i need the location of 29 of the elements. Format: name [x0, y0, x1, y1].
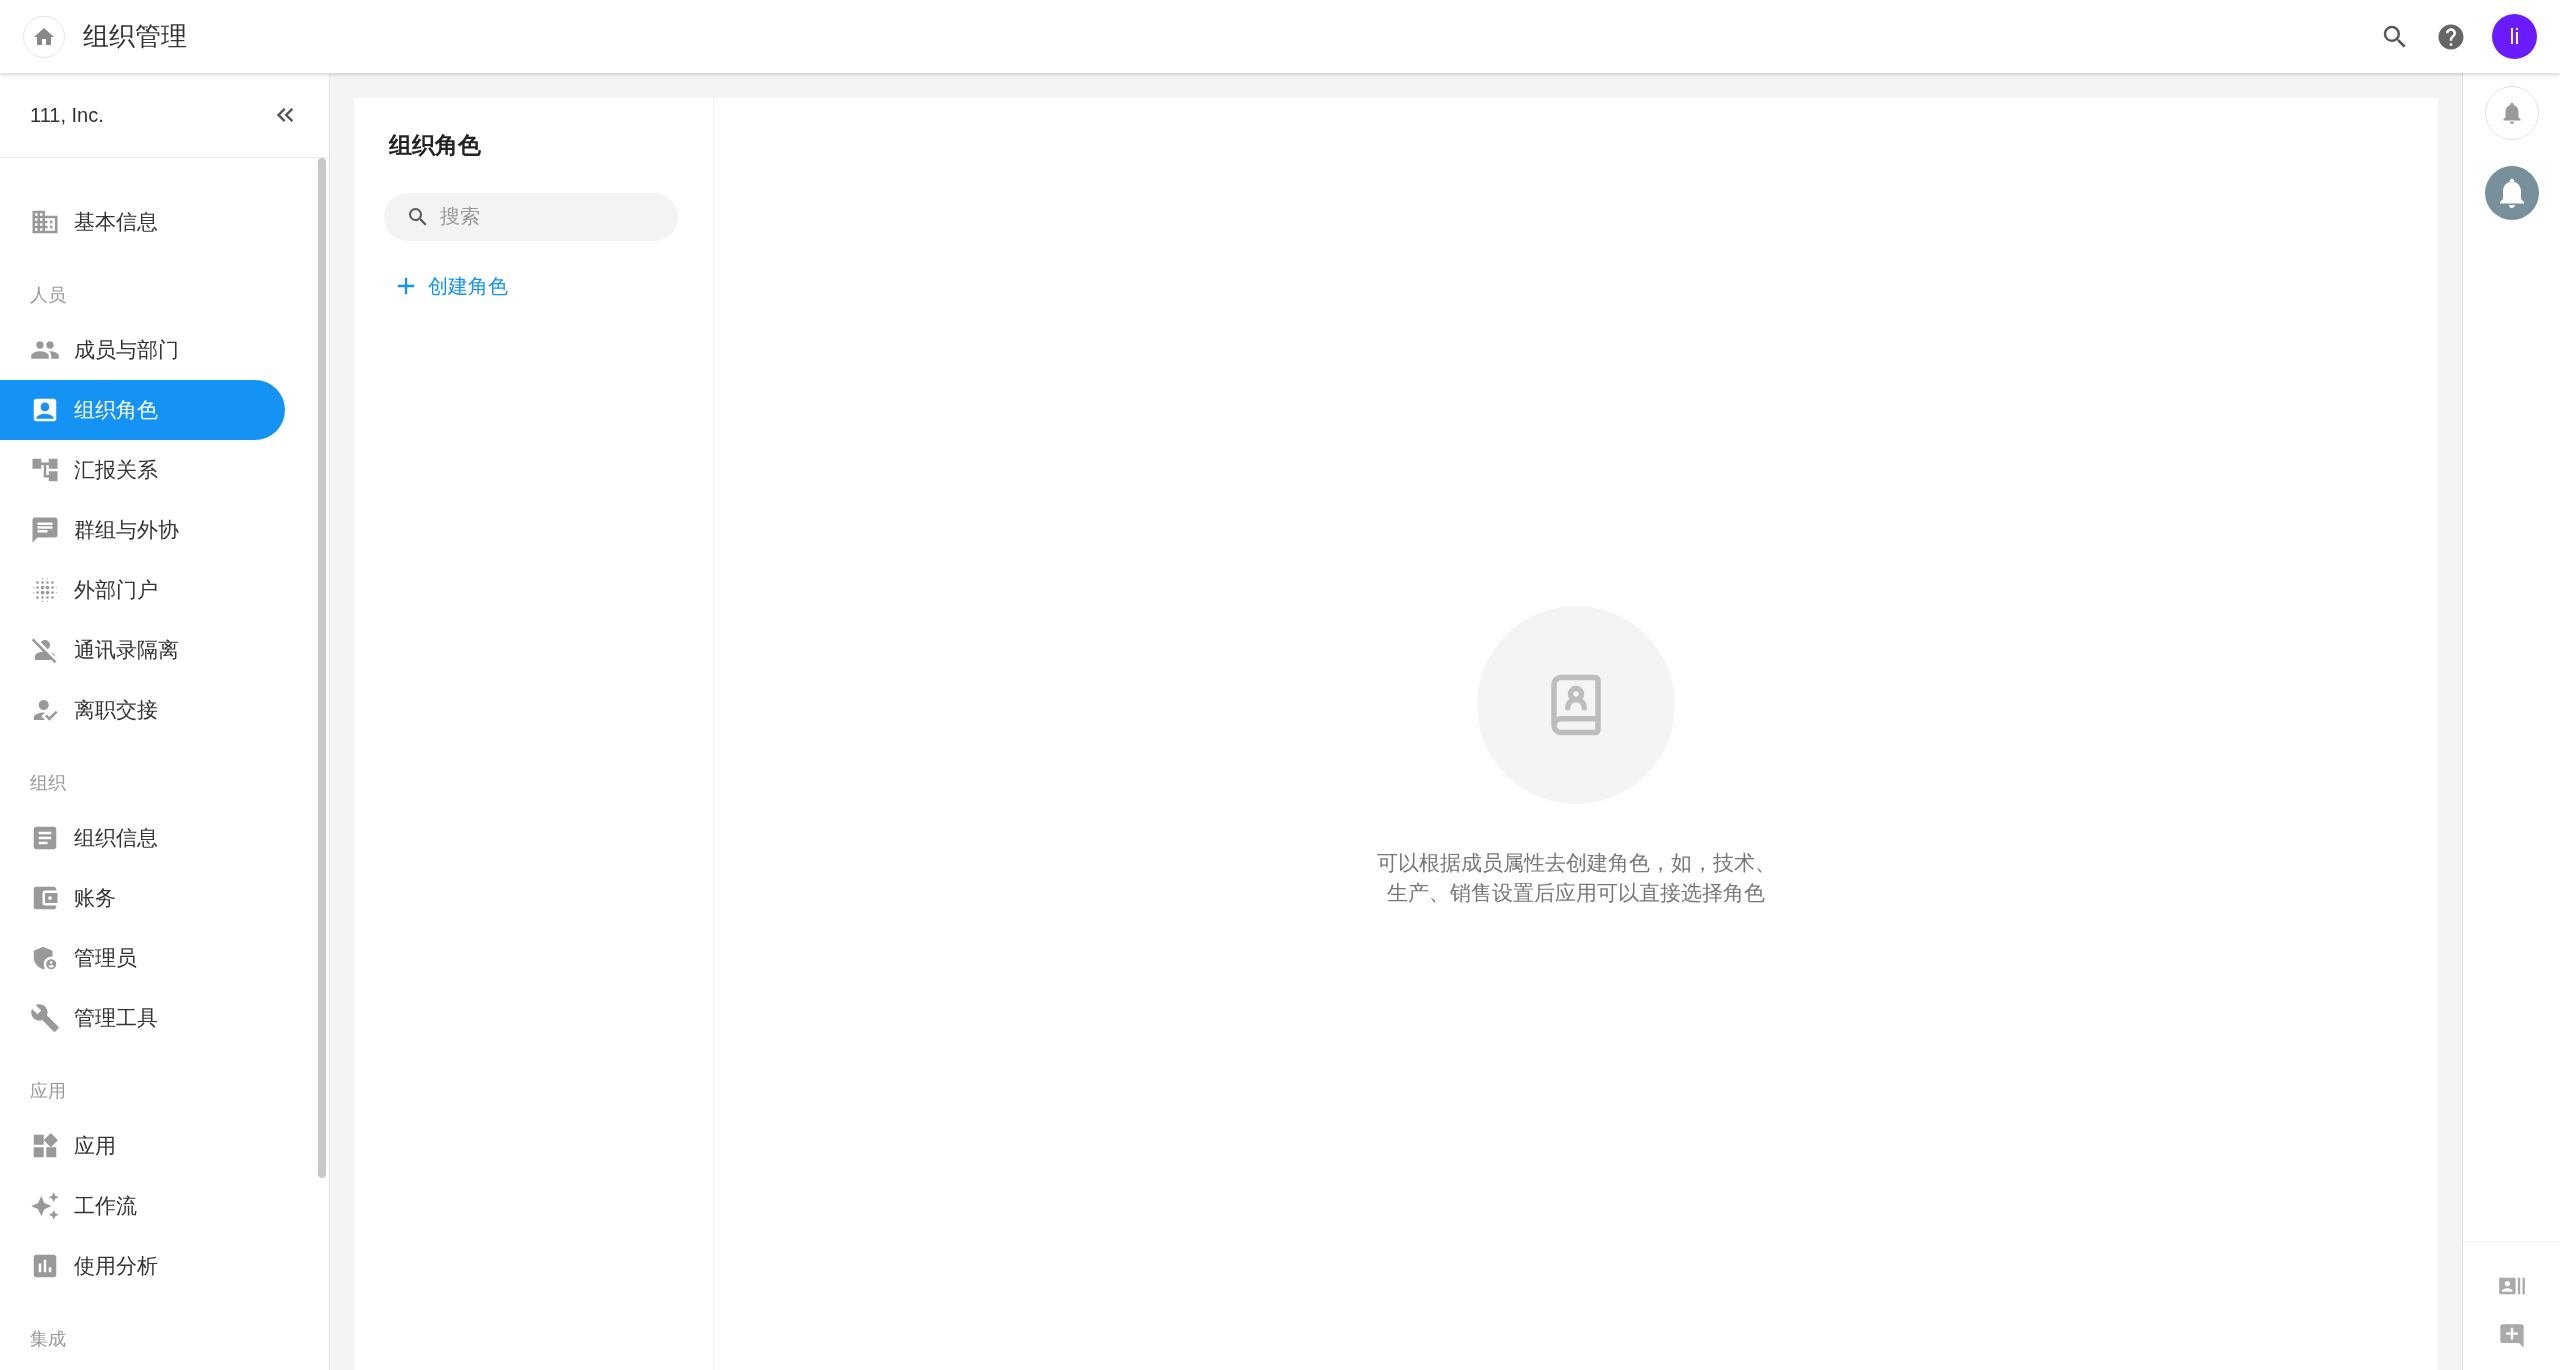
section-heading: 集成 — [30, 1327, 66, 1351]
nav-item[interactable]: 离职交接 — [0, 680, 285, 740]
notification-center-button[interactable] — [2484, 166, 2539, 220]
section-heading: 应用 — [30, 1079, 66, 1103]
nav-item[interactable]: 成员与部门 — [0, 320, 285, 380]
nav-item[interactable]: 群组与外协 — [0, 500, 285, 560]
search-field[interactable]: 搜索 — [384, 192, 678, 241]
nav-item[interactable]: 通讯录隔离 — [0, 620, 285, 680]
user-avatar[interactable]: li — [2492, 14, 2537, 59]
nav-item[interactable]: 外部门户 — [0, 560, 285, 620]
nav-item[interactable]: 账务 — [0, 868, 285, 928]
nav-item[interactable]: 使用分析 — [0, 1236, 285, 1296]
nav-item[interactable]: 应用 — [0, 1116, 285, 1176]
wrench-icon — [30, 1003, 60, 1033]
nav-item[interactable]: 汇报关系 — [0, 440, 285, 500]
nav-item[interactable]: 基本信息 — [0, 192, 285, 252]
empty-message: 可以根据成员属性去创建角色，如，技术、生产、销售设置后应用可以直接选择角色 — [1375, 850, 1777, 906]
org-name: 111, Inc. — [30, 103, 104, 128]
nav-item[interactable]: 工作流 — [0, 1176, 285, 1236]
panel-title: 组织角色 — [389, 131, 482, 160]
nav-item[interactable]: 组织信息 — [0, 808, 285, 868]
nav-item[interactable]: 管理工具 — [0, 988, 285, 1048]
page-title: 组织管理 — [83, 20, 187, 53]
chat-icon — [30, 515, 60, 545]
nav-item[interactable]: 管理员 — [0, 928, 285, 988]
section-heading: 人员 — [30, 283, 66, 307]
sparkle-icon — [30, 1191, 60, 1221]
section-heading: 组织 — [30, 771, 66, 795]
add-chat-icon[interactable] — [2497, 1322, 2526, 1350]
